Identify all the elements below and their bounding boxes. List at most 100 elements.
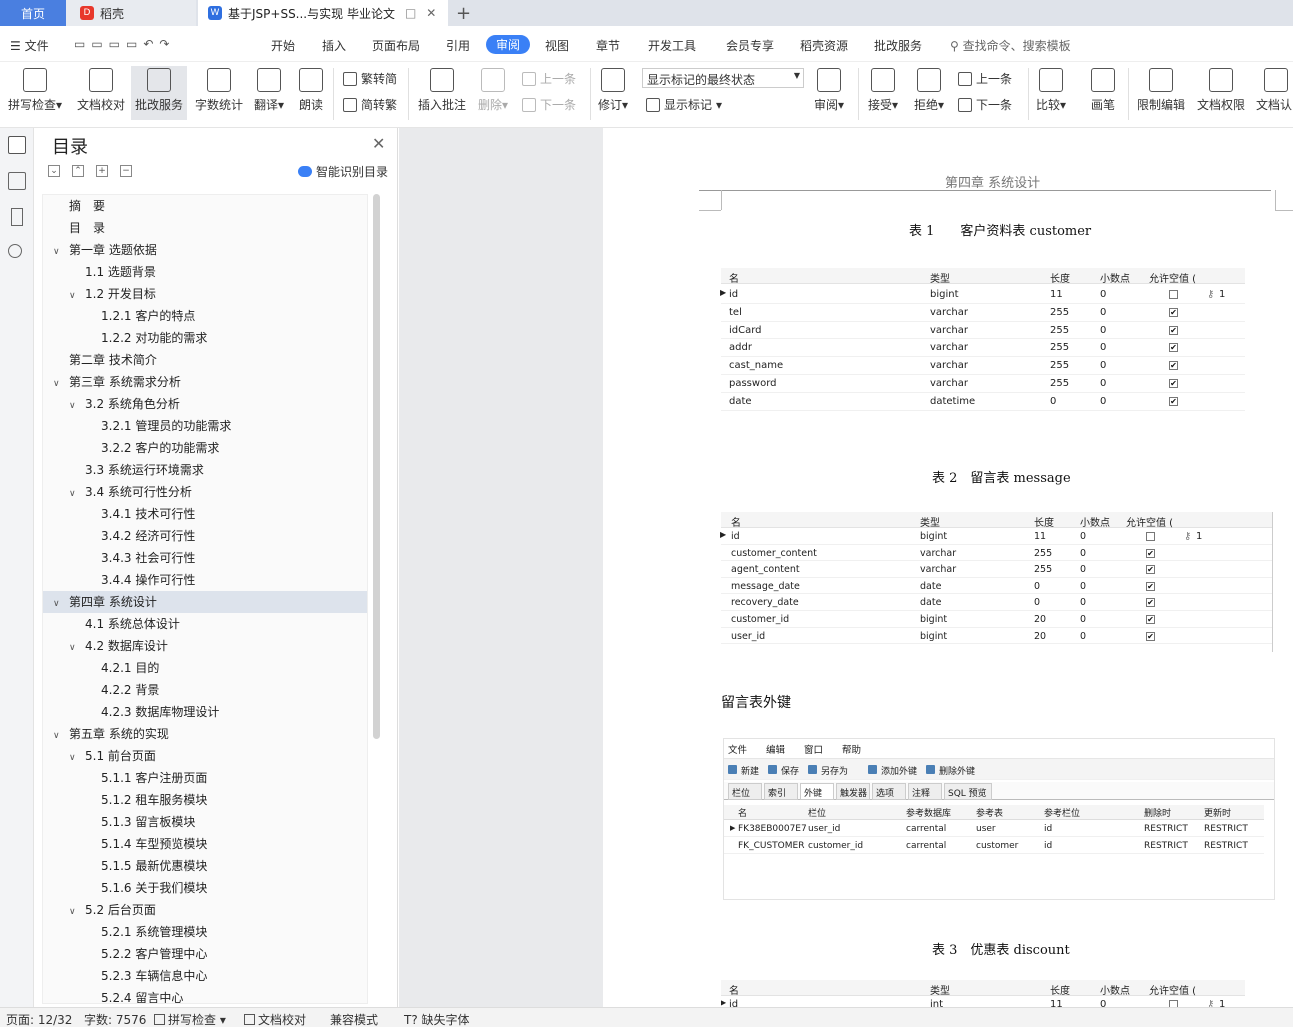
accept-button[interactable]: 接受▾ [868,68,898,113]
toc-item[interactable]: ∨ 4.2 数据库设计 [43,635,367,659]
add-heading-icon[interactable]: + [96,165,108,177]
menu-layout[interactable]: 页面布局 [372,37,420,54]
toc-item[interactable]: 第二章 技术简介 [43,349,367,371]
prev-comment-button[interactable]: 上一条 [522,70,576,87]
next-comment-button[interactable]: 下一条 [522,96,576,113]
toc-item[interactable]: ∨ 第四章 系统设计 [43,591,367,615]
show-markup-button[interactable]: 显示标记 ▾ [646,96,722,113]
word-count-status[interactable]: 字数: 7576 [84,1011,146,1027]
review-pane-button[interactable]: 审阅▾ [814,68,844,113]
menu-view[interactable]: 视图 [545,37,569,54]
menu-devtools[interactable]: 开发工具 [648,37,696,54]
trad-to-simp-button[interactable]: 繁转简 [343,70,397,87]
bookmark-icon[interactable] [11,208,23,226]
menu-member[interactable]: 会员专享 [726,37,774,54]
revise-button[interactable]: 修订▾ [598,68,628,113]
prev-change-button[interactable]: 上一条 [958,70,1012,87]
pen-button[interactable]: 画笔 [1091,68,1115,113]
compare-button[interactable]: 比较▾ [1036,68,1066,113]
toc-item[interactable]: 4.1 系统总体设计 [43,613,367,635]
proofread-button[interactable]: 文档校对 [77,68,125,113]
doc-cert-button[interactable]: 文档认 [1256,68,1293,113]
insert-comment-button[interactable]: 插入批注 [418,68,466,113]
toc-item[interactable]: 4.2.3 数据库物理设计 [43,701,367,723]
toc-item[interactable]: 3.3 系统运行环境需求 [43,459,367,481]
toc-item[interactable]: ∨ 第一章 选题依据 [43,239,367,263]
command-search[interactable]: ⚲ 查找命令、搜索模板 [950,37,1071,54]
new-tab-icon[interactable]: + [456,0,471,26]
toc-item[interactable]: 5.2.1 系统管理模块 [43,921,367,943]
chevron-down-icon[interactable]: ∨ [69,285,81,307]
smart-toc-button[interactable]: 智能识别目录 [298,163,388,180]
read-aloud-button[interactable]: 朗读 [299,68,323,113]
reject-button[interactable]: 拒绝▾ [914,68,944,113]
menu-docer-res[interactable]: 稻壳资源 [800,37,848,54]
chevron-down-icon[interactable]: ∨ [53,373,65,395]
toc-item[interactable]: 4.2.1 目的 [43,657,367,679]
toc-item[interactable]: ∨ 第五章 系统的实现 [43,723,367,747]
tab-document[interactable]: W 基于JSP+SS...与实现 毕业论文 □ ✕ [198,0,448,26]
menu-file[interactable]: ☰ 文件 [10,37,49,54]
translate-button[interactable]: 翻译▾ [254,68,284,113]
correct-service-button[interactable]: 批改服务 [131,66,188,120]
doc-rights-button[interactable]: 文档权限 [1197,68,1245,113]
toc-item[interactable]: 5.2.3 车辆信息中心 [43,965,367,987]
close-tab-icon[interactable]: ✕ [426,6,436,20]
toc-item[interactable]: ∨ 第三章 系统需求分析 [43,371,367,395]
menu-reference[interactable]: 引用 [446,37,470,54]
toc-item[interactable]: 5.2.2 客户管理中心 [43,943,367,965]
chevron-down-icon[interactable]: ∨ [69,483,81,505]
markup-state-select[interactable]: 显示标记的最终状态 ▼ [642,68,804,88]
toc-item[interactable]: ∨ 3.2 系统角色分析 [43,393,367,417]
chevron-down-icon[interactable]: ∨ [53,725,65,747]
next-change-button[interactable]: 下一条 [958,96,1012,113]
delete-comment-button[interactable]: 删除▾ [478,68,508,113]
toc-item[interactable]: ∨ 3.4 系统可行性分析 [43,481,367,505]
chevron-down-icon[interactable]: ∨ [53,241,65,263]
toc-item[interactable]: ∨ 1.2 开发目标 [43,283,367,307]
toc-item[interactable]: 5.1.5 最新优惠模块 [43,855,367,877]
toc-item[interactable]: 3.2.1 管理员的功能需求 [43,415,367,437]
toc-item[interactable]: 3.4.1 技术可行性 [43,503,367,525]
chevron-down-icon[interactable]: ∨ [53,593,65,615]
spell-check-status[interactable]: 拼写检查 ▾ [154,1011,226,1027]
toc-scrollbar[interactable] [373,194,380,739]
chapter-nav-icon[interactable] [8,172,26,190]
menu-start[interactable]: 开始 [271,37,295,54]
page-indicator[interactable]: 页面: 12/32 [6,1011,72,1027]
toc-item[interactable]: 3.4.4 操作可行性 [43,569,367,591]
toc-item[interactable]: 1.1 选题背景 [43,261,367,283]
toc-item[interactable]: 摘 要 [43,195,367,217]
toc-item[interactable]: 5.1.4 车型预览模块 [43,833,367,855]
remove-heading-icon[interactable]: − [120,165,132,177]
chevron-down-icon[interactable]: ∨ [69,637,81,659]
quick-access-icons[interactable]: ▭▭▭▭↶↷ [74,37,175,51]
pin-icon[interactable]: □ [405,6,416,20]
toc-item[interactable]: 1.2.2 对功能的需求 [43,327,367,349]
chevron-down-icon[interactable]: ∨ [69,395,81,417]
toc-item[interactable]: 5.1.2 租车服务模块 [43,789,367,811]
toc-panel-icon[interactable] [8,136,26,154]
search-icon[interactable] [8,244,22,258]
chevron-down-icon[interactable]: ∨ [69,901,81,923]
toc-item[interactable]: 1.2.1 客户的特点 [43,305,367,327]
toc-item[interactable]: ∨ 5.1 前台页面 [43,745,367,769]
toc-item[interactable]: 5.1.3 留言板模块 [43,811,367,833]
toc-item[interactable]: 3.4.3 社会可行性 [43,547,367,569]
word-count-button[interactable]: 字数统计 [195,68,243,113]
proofread-status[interactable]: 文档校对 [244,1011,306,1027]
toc-item[interactable]: 4.2.2 背景 [43,679,367,701]
chevron-down-icon[interactable]: ∨ [69,747,81,769]
toc-item[interactable]: 3.4.2 经济可行性 [43,525,367,547]
menu-review[interactable]: 审阅 [486,35,531,54]
toc-item[interactable]: 5.1.1 客户注册页面 [43,767,367,789]
missing-font-status[interactable]: T? 缺失字体 [404,1011,470,1027]
menu-insert[interactable]: 插入 [322,37,346,54]
close-icon[interactable]: ✕ [372,134,385,153]
toc-item[interactable]: 5.2.4 留言中心 [43,987,367,1003]
toc-item[interactable]: 3.2.2 客户的功能需求 [43,437,367,459]
toc-item[interactable]: 目 录 [43,217,367,239]
simp-to-trad-button[interactable]: 简转繁 [343,96,397,113]
toc-item[interactable]: 5.1.6 关于我们模块 [43,877,367,899]
collapse-all-icon[interactable]: ⌄ [48,165,60,177]
